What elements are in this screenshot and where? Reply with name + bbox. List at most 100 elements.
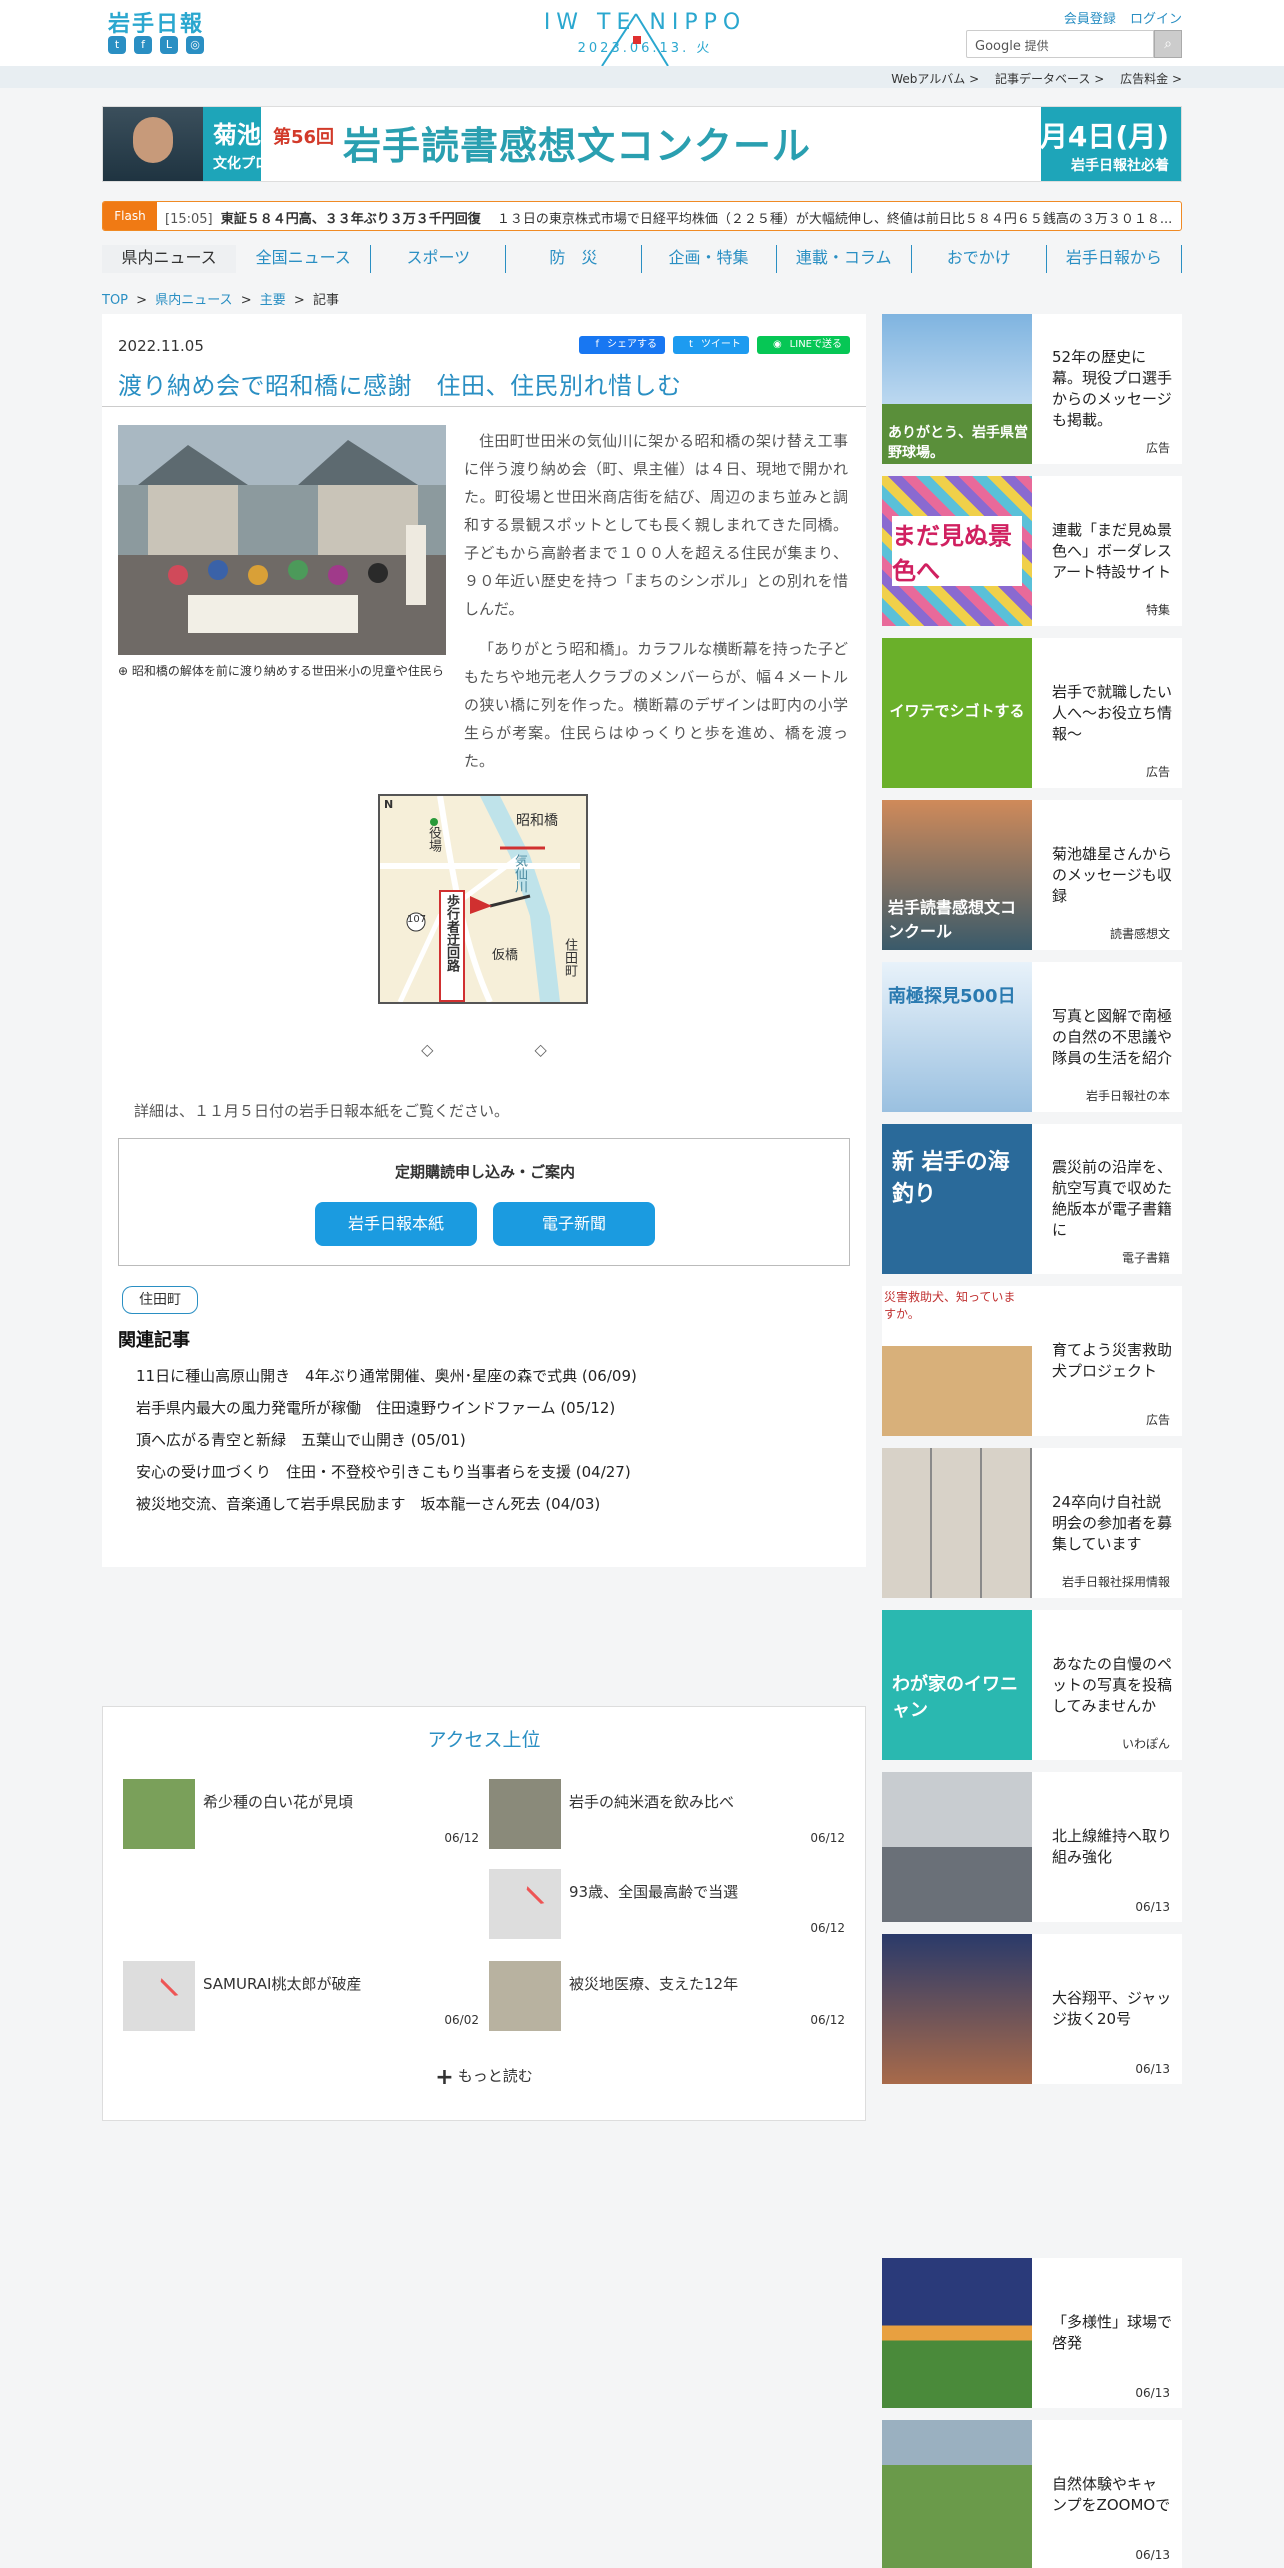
facebook-share-button[interactable]: f シェアする <box>579 336 666 354</box>
separator-mark: ◇ <box>421 1040 434 1059</box>
line-share-label: LINEで送る <box>789 339 842 350</box>
login-link[interactable]: ログイン <box>1130 12 1182 27</box>
nav-prefecture-news[interactable]: 県内ニュース <box>102 245 237 273</box>
sidebar-card[interactable]: 北上線維持へ取り組み強化 06/13 <box>882 1772 1182 1922</box>
web-album-link[interactable]: Webアルバム > <box>891 72 979 86</box>
sidebar-card[interactable]: わが家のイワニャン あなたの自慢のペットの写真を投稿してみませんか いわぽん <box>882 1610 1182 1760</box>
sidebar-card-label: 06/13 <box>1135 1900 1170 1914</box>
access-ranking: アクセス上位 希少種の白い花が見頃 06/12 岩手の純米酒を飲み比べ 06/1… <box>102 1706 866 2121</box>
brand-logo[interactable]: IW TE NIPPO 2023.06.13. 火 <box>520 10 770 67</box>
sidebar-image-text: イワテでシゴトする <box>889 702 1025 720</box>
sidebar-card[interactable]: 「多様性」球場で啓発 06/13 <box>882 2258 1182 2408</box>
nav-national-news[interactable]: 全国ニュース <box>236 245 372 273</box>
flash-text: [15:05] 東証５８４円高、３３年ぶり３万３千円回復 １３日の東京株式市場で… <box>165 208 1172 227</box>
sidebar-image-text: わが家のイワニャン <box>892 1674 1018 1721</box>
sidebar-image <box>882 1772 1032 1922</box>
sidebar-image-text: ありがとう、岩手県営野球場。 <box>888 425 1028 461</box>
sidebar-card[interactable]: 自然体験やキャンプをZOOMOで 06/13 <box>882 2420 1182 2568</box>
site-search: Google 提供 ⌕ <box>966 30 1182 58</box>
ranking-title: 被災地医療、支えた12年 <box>569 1975 739 1993</box>
subscription-box: 定期購読申し込み・ご案内 岩手日報本紙 電子新聞 <box>118 1138 850 1266</box>
sidebar-card-label: いわぽん <box>1121 1737 1170 1751</box>
flash-news[interactable]: Flash [15:05] 東証５８４円高、３３年ぶり３万３千円回復 １３日の東… <box>102 201 1182 231</box>
article-photo[interactable] <box>118 425 446 655</box>
google-label: Google <box>975 39 1021 54</box>
facebook-icon[interactable]: f <box>134 36 152 54</box>
breadcrumb-top[interactable]: TOP <box>102 293 128 308</box>
deadline-label: 締切 <box>987 134 1016 150</box>
ranking-thumb <box>123 1779 195 1849</box>
breadcrumb-category[interactable]: 県内ニュース <box>155 293 232 308</box>
twitter-share-label: ツイート <box>700 339 741 350</box>
banner-portrait <box>103 107 203 181</box>
nav-outings[interactable]: おでかけ <box>912 245 1047 273</box>
sidebar-card[interactable]: 災害救助犬、知っていますか。 育てよう災害救助犬プロジェクト 広告 <box>882 1286 1182 1436</box>
map-detour-label: 歩行者迂回路 <box>444 894 459 972</box>
nav-features[interactable]: 企画・特集 <box>642 245 777 273</box>
digital-subscription-button[interactable]: 電子新聞 <box>493 1202 655 1246</box>
sidebar-card-label: 06/13 <box>1135 2386 1170 2400</box>
map-route-label: 107 <box>407 914 427 925</box>
related-item[interactable]: 岩手県内最大の風力発電所が稼働 住田遠野ウインドファーム (05/12) <box>136 1392 637 1424</box>
site-logo[interactable]: 岩手日報 <box>108 6 204 38</box>
subscription-title: 定期購読申し込み・ご案内 <box>394 1163 575 1181</box>
ranking-item[interactable]: 被災地医療、支えた12年 06/12 <box>489 1961 845 2041</box>
contest-banner[interactable]: 菊池雄星 文化プロジェクト 第56回 岩手読書感想文コンクール 締切 9月4日(… <box>102 106 1182 182</box>
sidebar-card-label: 06/13 <box>1135 2548 1170 2562</box>
article-map[interactable]: N 役場 昭和橋 気仙川 歩行者迂回路 107 仮橋 住田町 <box>378 794 588 1004</box>
search-icon: ⌕ <box>1164 36 1172 52</box>
read-more-button[interactable]: + もっと読む <box>103 2065 865 2090</box>
print-subscription-button[interactable]: 岩手日報本紙 <box>315 1202 477 1246</box>
line-share-button[interactable]: ◉ LINEで送る <box>756 336 850 354</box>
map-showa-label: 昭和橋 <box>516 813 558 829</box>
instagram-icon[interactable]: ◎ <box>186 36 204 54</box>
ranking-item[interactable]: 93歳、全国最高齢で当選 06/12 <box>489 1869 845 1949</box>
banner-deadline: 締切 9月4日(月) 岩手日報社必着 <box>988 115 1169 175</box>
plus-icon: + <box>435 2065 454 2090</box>
related-item[interactable]: 11日に種山高原山開き 4年ぶり通常開催、奥州･星座の森で式典 (06/09) <box>136 1360 637 1392</box>
account-links: 会員登録 ログイン <box>1054 8 1182 27</box>
sidebar-card[interactable]: 南極探見500日 写真と図解で南極の自然の不思議や隊員の生活を紹介 岩手日報社の… <box>882 962 1182 1112</box>
line-icon[interactable]: L <box>160 36 178 54</box>
deadline-date: 9月4日(月) <box>1020 120 1169 153</box>
share-buttons: f シェアする t ツイート ◉ LINEで送る <box>579 336 850 354</box>
brand-mark-icon <box>601 13 669 67</box>
flash-headline: 東証５８４円高、３３年ぶり３万３千円回復 <box>220 212 481 227</box>
sidebar-card[interactable]: 岩手読書感想文コンクール 菊池雄星さんからのメッセージも収録 読書感想文 <box>882 800 1182 950</box>
ranking-date: 06/12 <box>444 1831 479 1845</box>
sidebar-card[interactable]: イワテでシゴトする 岩手で就職したい人へ～お役立ち情報～ 広告 <box>882 638 1182 788</box>
facebook-icon: f <box>595 339 600 350</box>
zoom-icon[interactable]: ⊕ <box>118 664 128 678</box>
twitter-share-button[interactable]: t ツイート <box>673 336 749 354</box>
article-separator: ◇ ◇ <box>102 1040 866 1059</box>
register-link[interactable]: 会員登録 <box>1064 12 1116 27</box>
sidebar-card[interactable]: 大谷翔平、ジャッジ抜く20号 06/13 <box>882 1934 1182 2084</box>
sidebar-image: まだ見ぬ景色へ <box>882 476 1032 626</box>
site-header: 岩手日報 t f L ◎ IW TE NIPPO 2023.06.13. 火 会… <box>0 0 1284 67</box>
ranking-thumb-placeholder <box>489 1869 561 1939</box>
map-karihashi-label: 仮橋 <box>492 948 519 963</box>
related-item[interactable]: 安心の受け皿づくり 住田・不登校や引きこもり当事者らを支援 (04/27) <box>136 1456 637 1488</box>
global-nav: 県内ニュース 全国ニュース スポーツ 防 災 企画・特集 連載・コラム おでかけ… <box>102 245 1182 273</box>
related-item[interactable]: 頂へ広がる青空と新緑 五葉山で山開き (05/01) <box>136 1424 637 1456</box>
sidebar-card[interactable]: ありがとう、岩手県営野球場。 52年の歴史に幕。現役プロ選手からのメッセージも掲… <box>882 314 1182 464</box>
search-button[interactable]: ⌕ <box>1154 30 1182 58</box>
sidebar-image: イワテでシゴトする <box>882 638 1032 788</box>
nav-disaster[interactable]: 防 災 <box>506 245 642 273</box>
ranking-item[interactable]: SAMURAI桃太郎が破産 06/02 <box>123 1961 479 2041</box>
ad-rates-link[interactable]: 広告料金 > <box>1120 72 1182 86</box>
search-input[interactable]: Google 提供 <box>966 30 1154 58</box>
nav-from-iwate-nippo[interactable]: 岩手日報から <box>1047 245 1182 273</box>
sidebar-card[interactable]: 24卒向け自社説明会の参加者を募集しています 岩手日報社採用情報 <box>882 1448 1182 1598</box>
topic-tag[interactable]: 住田町 <box>122 1286 198 1314</box>
article-database-link[interactable]: 記事データベース > <box>995 72 1104 86</box>
nav-sports[interactable]: スポーツ <box>371 245 507 273</box>
ranking-item[interactable]: 岩手の純米酒を飲み比べ 06/12 <box>489 1779 845 1859</box>
twitter-icon[interactable]: t <box>108 36 126 54</box>
breadcrumb-sub[interactable]: 主要 <box>260 293 286 308</box>
ranking-item[interactable]: 希少種の白い花が見頃 06/12 <box>123 1779 479 1859</box>
related-item[interactable]: 被災地交流、音楽通して岩手県民励ます 坂本龍一さん死去 (04/03) <box>136 1488 637 1520</box>
sidebar-card[interactable]: まだ見ぬ景色へ 連載「まだ見ぬ景色へ」ボーダレスアート特設サイト 特集 <box>882 476 1182 626</box>
nav-columns[interactable]: 連載・コラム <box>777 245 912 273</box>
sidebar-card[interactable]: 新 岩手の海釣り 震災前の沿岸を、航空写真で収めた絶版本が電子書籍に 電子書籍 <box>882 1124 1182 1274</box>
